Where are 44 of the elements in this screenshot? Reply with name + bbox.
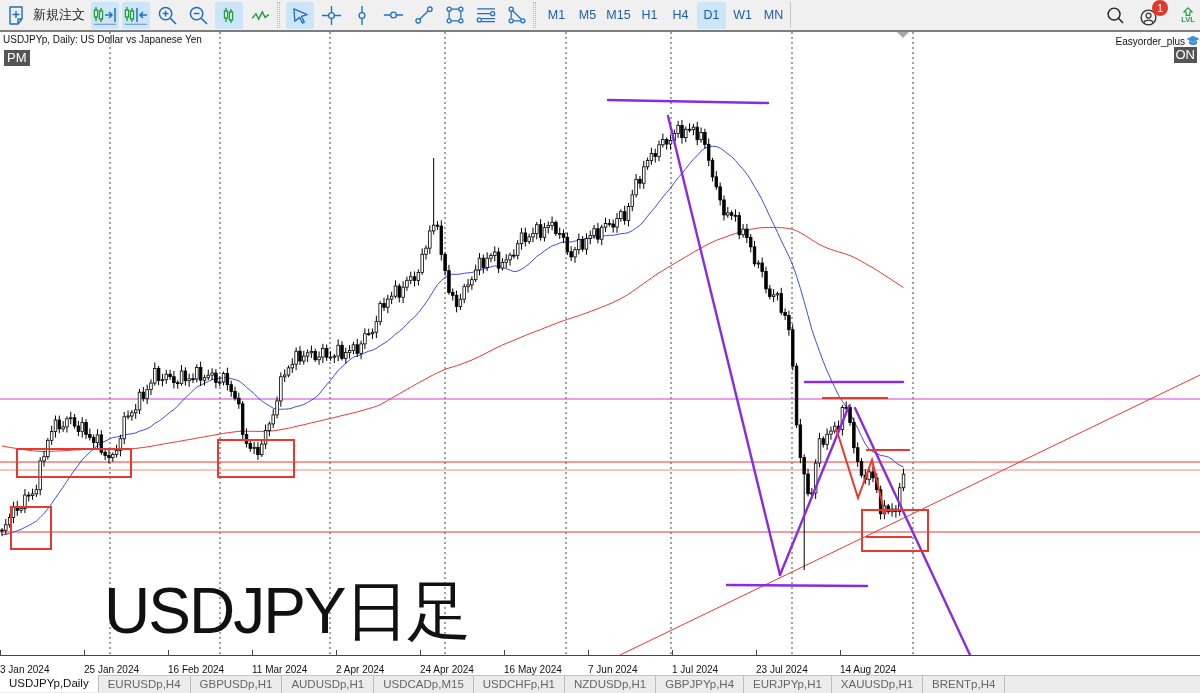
timeframe-button[interactable]: M1 — [542, 1, 571, 29]
candles-left-arrow-icon — [124, 5, 148, 25]
new-order-button[interactable]: 新規注文 — [6, 1, 87, 29]
cursor-arrow-icon — [291, 6, 309, 24]
cursor-button[interactable] — [286, 1, 314, 29]
timeframe-button[interactable]: W1 — [728, 1, 757, 29]
date-label: 14 Aug 2024 — [840, 664, 897, 675]
autoscroll-button[interactable] — [122, 1, 150, 29]
timeframe-button[interactable]: D1 — [697, 1, 726, 29]
date-label: 3 Jan 2024 — [0, 664, 50, 675]
date-label: 11 Mar 2024 — [252, 664, 308, 675]
up-arrow-icon — [1183, 6, 1193, 16]
chart-shift-button[interactable] — [91, 1, 119, 29]
date-label: 23 Jul 2024 — [756, 664, 808, 675]
candles-right-arrow-icon — [93, 5, 117, 25]
rectangle-icon — [446, 6, 464, 24]
date-label: 16 May 2024 — [504, 664, 562, 675]
user-icon — [1140, 9, 1157, 26]
candlestick-icon — [223, 5, 235, 25]
date-label: 25 Jan 2024 — [84, 664, 140, 675]
date-label: 7 Jun 2024 — [588, 664, 638, 675]
timeframe-button[interactable]: H1 — [635, 1, 664, 29]
timeframe-button[interactable]: H4 — [666, 1, 695, 29]
date-label: 1 Jul 2024 — [672, 664, 719, 675]
date-label: 24 Apr 2024 — [420, 664, 474, 675]
line-chart-icon — [250, 9, 270, 21]
triangle-icon — [508, 6, 526, 24]
timeframe-button[interactable]: M15 — [604, 1, 633, 29]
crosshair-icon — [320, 4, 342, 26]
timeframe-button[interactable]: MN — [759, 1, 788, 29]
candlestick-button[interactable] — [215, 1, 243, 29]
date-label: 16 Feb 2024 — [168, 664, 225, 675]
zoom-out-icon — [188, 5, 208, 25]
notification-count: 1 — [1152, 0, 1168, 16]
zoom-in-icon — [157, 5, 177, 25]
timeframe-button[interactable]: M5 — [573, 1, 602, 29]
date-label: 2 Apr 2024 — [336, 664, 385, 675]
vertical-line-icon — [358, 4, 366, 26]
diagonal-line-icon — [415, 6, 433, 24]
search-icon — [1106, 6, 1124, 24]
parallel-lines-icon — [476, 7, 496, 23]
document-plus-icon — [8, 5, 24, 25]
chart-tab[interactable]: USDJPYp,Daily — [0, 675, 99, 692]
horizontal-line-icon — [382, 11, 404, 19]
